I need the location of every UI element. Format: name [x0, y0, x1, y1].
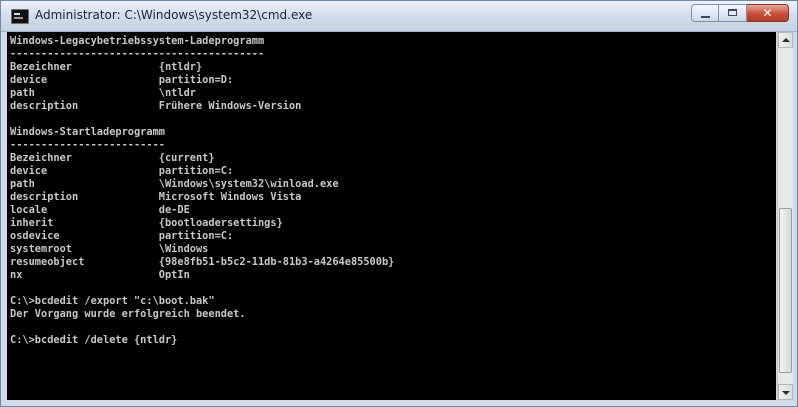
scroll-down-button[interactable] — [778, 384, 793, 400]
maximize-icon — [728, 9, 737, 16]
console-line: ------------------------- — [10, 139, 165, 151]
maximize-button[interactable] — [719, 4, 747, 22]
console-line: Bezeichner {current} — [10, 152, 215, 164]
console-line: device partition=D: — [10, 74, 234, 86]
console-line: description Frühere Windows-Version — [10, 100, 302, 112]
console-output[interactable]: Windows-Legacybetriebssystem-Ladeprogram… — [7, 32, 776, 400]
console-line: Bezeichner {ntldr} — [10, 61, 203, 73]
close-icon: ✕ — [762, 6, 773, 20]
window-title: Administrator: C:\Windows\system32\cmd.e… — [35, 8, 313, 22]
console-line: osdevice partition=C: — [10, 230, 234, 242]
console-line: Windows-Startladeprogramm — [10, 126, 165, 138]
console-line: C:\>bcdedit /export "c:\boot.bak" — [10, 295, 215, 307]
console-line: description Microsoft Windows Vista — [10, 191, 302, 203]
minimize-icon — [701, 16, 710, 18]
console-line: path \ntldr — [10, 87, 196, 99]
console-text: Windows-Legacybetriebssystem-Ladeprogram… — [7, 32, 776, 347]
console-line: Windows-Legacybetriebssystem-Ladeprogram… — [10, 35, 265, 47]
console-line: nx OptIn — [10, 269, 190, 281]
console-line: systemroot \Windows — [10, 243, 209, 255]
console-line: C:\>bcdedit /delete {ntldr} — [10, 334, 178, 346]
console-line: device partition=C: — [10, 165, 234, 177]
cmd-window: Administrator: C:\Windows\system32\cmd.e… — [0, 0, 798, 407]
cmd-icon[interactable] — [11, 9, 29, 24]
console-line: ----------------------------------------… — [10, 48, 265, 60]
console-line: path \Windows\system32\winload.exe — [10, 178, 339, 190]
console-line: Der Vorgang wurde erfolgreich beendet. — [10, 308, 246, 320]
console-line: locale de-DE — [10, 204, 190, 216]
minimize-button[interactable] — [691, 4, 719, 22]
scroll-up-button[interactable] — [778, 32, 793, 48]
close-button[interactable]: ✕ — [747, 4, 789, 22]
console-line: resumeobject {98e8fb51-b5c2-11db-81b3-a4… — [10, 256, 395, 268]
title-bar[interactable]: Administrator: C:\Windows\system32\cmd.e… — [1, 1, 797, 32]
window-controls: ✕ — [691, 4, 789, 22]
vertical-scrollbar[interactable] — [777, 32, 793, 400]
console-line: inherit {bootloadersettings} — [10, 217, 283, 229]
scrollbar-thumb[interactable] — [779, 208, 792, 373]
